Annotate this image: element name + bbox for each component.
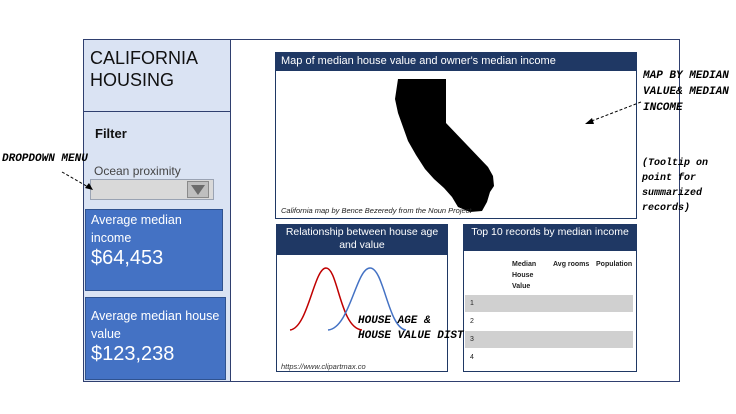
kpi-label: Average median house value — [91, 309, 220, 341]
annotation-arrow — [585, 101, 642, 124]
map-credit: California map by Bence Bezeredy from th… — [281, 206, 472, 215]
map-panel-title: Map of median house value and owner's me… — [281, 55, 556, 67]
kpi-value: $64,453 — [91, 247, 164, 269]
california-map[interactable] — [390, 75, 520, 220]
ocean-proximity-label: Ocean proximity — [94, 164, 181, 178]
table-row[interactable] — [465, 313, 633, 330]
chevron-down-icon — [191, 185, 205, 195]
annotation-arrow — [61, 171, 93, 190]
annotation-dropdown: DROPDOWN MENU — [2, 153, 88, 165]
kpi-label: Average median income — [91, 213, 182, 245]
page-title: CALIFORNIA HOUSING — [90, 48, 198, 90]
column-header: Median House Value — [512, 261, 537, 290]
table-row[interactable] — [465, 331, 633, 348]
filter-label: Filter — [95, 126, 127, 141]
row-number: 1 — [470, 300, 474, 307]
annotation-map-tooltip: (Tooltip on point for summarized records… — [642, 158, 709, 214]
column-header: Population — [596, 261, 633, 268]
california-shape — [395, 79, 494, 212]
table-row[interactable] — [465, 295, 633, 312]
table-row[interactable] — [465, 349, 633, 366]
row-number: 2 — [470, 318, 474, 325]
column-header: Avg rooms — [553, 261, 590, 268]
top-records-title: Top 10 records by median income — [471, 226, 629, 238]
annotation-map: MAP BY MEDIAN VALUE& MEDIAN INCOME — [643, 70, 729, 114]
kpi-value: $123,238 — [91, 343, 175, 365]
distribution-panel-title: Relationship between house age and value — [285, 226, 439, 251]
row-number: 3 — [470, 336, 474, 343]
row-number: 4 — [470, 354, 474, 361]
distribution-credit: https://www.clipartmax.co — [281, 362, 366, 371]
annotation-distribution: HOUSE AGE & HOUSE VALUE DIST — [358, 315, 464, 342]
